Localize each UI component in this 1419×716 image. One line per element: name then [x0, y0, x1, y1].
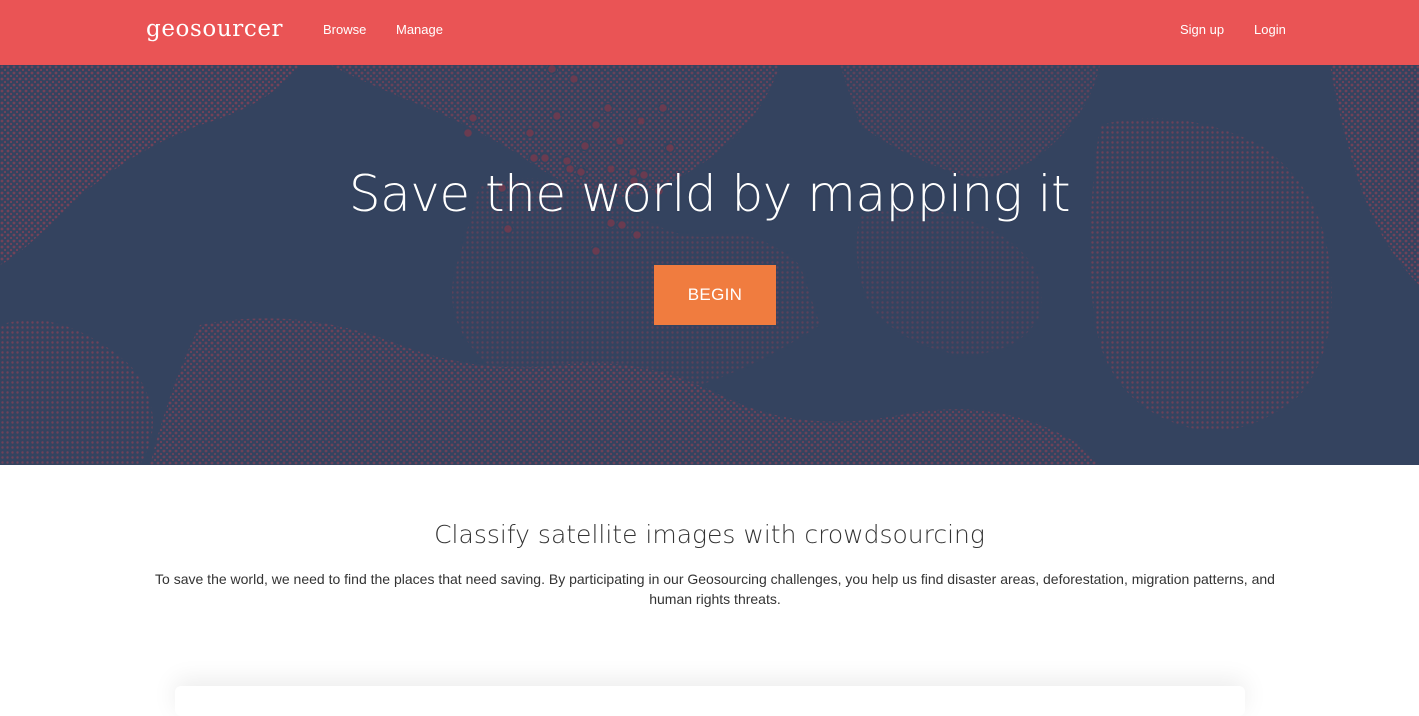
content-card [175, 686, 1245, 716]
nav-login-link[interactable]: Login [1254, 22, 1286, 37]
nav-signup-link[interactable]: Sign up [1180, 22, 1224, 37]
nav-browse-link[interactable]: Browse [323, 22, 366, 37]
begin-button[interactable]: BEGIN [654, 265, 776, 325]
section-title: Classify satellite images with crowdsour… [434, 520, 985, 549]
navbar: geosourcer Browse Manage Sign up Login [0, 0, 1419, 65]
brand-logo[interactable]: geosourcer [146, 16, 283, 42]
hero-banner: Save the world by mapping it BEGIN [0, 65, 1419, 465]
hero-title: Save the world by mapping it [348, 165, 1071, 223]
nav-manage-link[interactable]: Manage [396, 22, 443, 37]
section-description: To save the world, we need to find the p… [155, 571, 1275, 607]
